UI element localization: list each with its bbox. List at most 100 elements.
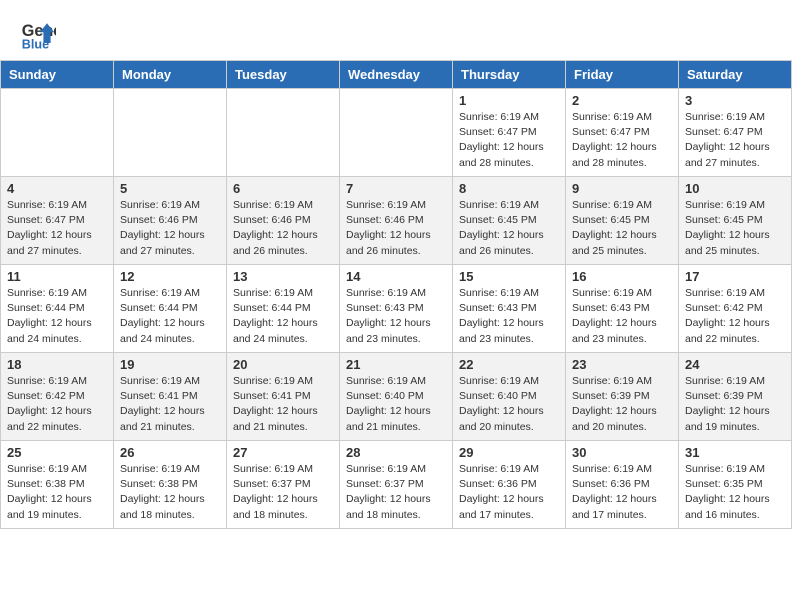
col-header-tuesday: Tuesday [227, 61, 340, 89]
day-info: Sunrise: 6:19 AM Sunset: 6:47 PM Dayligh… [459, 110, 559, 171]
calendar-cell: 18 Sunrise: 6:19 AM Sunset: 6:42 PM Dayli… [1, 353, 114, 441]
day-info: Sunrise: 6:19 AM Sunset: 6:39 PM Dayligh… [685, 374, 785, 435]
day-info: Sunrise: 6:19 AM Sunset: 6:39 PM Dayligh… [572, 374, 672, 435]
day-number: 1 [459, 93, 559, 108]
calendar-header-row: SundayMondayTuesdayWednesdayThursdayFrid… [1, 61, 792, 89]
day-number: 30 [572, 445, 672, 460]
day-number: 6 [233, 181, 333, 196]
calendar-cell: 13 Sunrise: 6:19 AM Sunset: 6:44 PM Dayli… [227, 265, 340, 353]
day-info: Sunrise: 6:19 AM Sunset: 6:44 PM Dayligh… [120, 286, 220, 347]
calendar-cell: 24 Sunrise: 6:19 AM Sunset: 6:39 PM Dayli… [679, 353, 792, 441]
day-number: 25 [7, 445, 107, 460]
col-header-monday: Monday [114, 61, 227, 89]
calendar-cell: 31Sunrise: 6:19 AM Sunset: 6:35 PM Dayli… [679, 441, 792, 529]
calendar-cell: 14 Sunrise: 6:19 AM Sunset: 6:43 PM Dayli… [340, 265, 453, 353]
day-info: Sunrise: 6:19 AM Sunset: 6:45 PM Dayligh… [685, 198, 785, 259]
calendar-cell: 3Sunrise: 6:19 AM Sunset: 6:47 PM Daylig… [679, 89, 792, 177]
day-info: Sunrise: 6:19 AM Sunset: 6:47 PM Dayligh… [572, 110, 672, 171]
calendar-cell: 12 Sunrise: 6:19 AM Sunset: 6:44 PM Dayli… [114, 265, 227, 353]
calendar-cell: 29 Sunrise: 6:19 AM Sunset: 6:36 PM Dayli… [453, 441, 566, 529]
calendar-cell: 2 Sunrise: 6:19 AM Sunset: 6:47 PM Daylig… [566, 89, 679, 177]
calendar-week-3: 11 Sunrise: 6:19 AM Sunset: 6:44 PM Dayli… [1, 265, 792, 353]
day-number: 18 [7, 357, 107, 372]
day-info: Sunrise: 6:19 AM Sunset: 6:36 PM Dayligh… [572, 462, 672, 523]
day-number: 28 [346, 445, 446, 460]
logo: General Blue [20, 16, 58, 52]
calendar-cell: 16Sunrise: 6:19 AM Sunset: 6:43 PM Dayli… [566, 265, 679, 353]
day-number: 23 [572, 357, 672, 372]
calendar-week-2: 4 Sunrise: 6:19 AM Sunset: 6:47 PM Daylig… [1, 177, 792, 265]
calendar-cell: 20 Sunrise: 6:19 AM Sunset: 6:41 PM Dayli… [227, 353, 340, 441]
calendar-cell: 15 Sunrise: 6:19 AM Sunset: 6:43 PM Dayli… [453, 265, 566, 353]
day-info: Sunrise: 6:19 AM Sunset: 6:43 PM Dayligh… [346, 286, 446, 347]
calendar-cell: 1 Sunrise: 6:19 AM Sunset: 6:47 PM Daylig… [453, 89, 566, 177]
day-info: Sunrise: 6:19 AM Sunset: 6:42 PM Dayligh… [7, 374, 107, 435]
calendar-cell: 8 Sunrise: 6:19 AM Sunset: 6:45 PM Daylig… [453, 177, 566, 265]
day-info: Sunrise: 6:19 AM Sunset: 6:46 PM Dayligh… [233, 198, 333, 259]
calendar-cell: 11 Sunrise: 6:19 AM Sunset: 6:44 PM Dayli… [1, 265, 114, 353]
day-info: Sunrise: 6:19 AM Sunset: 6:37 PM Dayligh… [346, 462, 446, 523]
col-header-thursday: Thursday [453, 61, 566, 89]
calendar-cell: 30 Sunrise: 6:19 AM Sunset: 6:36 PM Dayli… [566, 441, 679, 529]
day-number: 4 [7, 181, 107, 196]
calendar-cell: 7Sunrise: 6:19 AM Sunset: 6:46 PM Daylig… [340, 177, 453, 265]
day-info: Sunrise: 6:19 AM Sunset: 6:42 PM Dayligh… [685, 286, 785, 347]
calendar-cell: 5Sunrise: 6:19 AM Sunset: 6:46 PM Daylig… [114, 177, 227, 265]
day-info: Sunrise: 6:19 AM Sunset: 6:44 PM Dayligh… [233, 286, 333, 347]
calendar-cell: 22 Sunrise: 6:19 AM Sunset: 6:40 PM Dayli… [453, 353, 566, 441]
calendar-cell: 25 Sunrise: 6:19 AM Sunset: 6:38 PM Dayli… [1, 441, 114, 529]
day-info: Sunrise: 6:19 AM Sunset: 6:43 PM Dayligh… [459, 286, 559, 347]
day-number: 24 [685, 357, 785, 372]
calendar-cell: 17 Sunrise: 6:19 AM Sunset: 6:42 PM Dayli… [679, 265, 792, 353]
calendar-cell: 9 Sunrise: 6:19 AM Sunset: 6:45 PM Daylig… [566, 177, 679, 265]
day-number: 12 [120, 269, 220, 284]
col-header-sunday: Sunday [1, 61, 114, 89]
day-number: 21 [346, 357, 446, 372]
day-number: 10 [685, 181, 785, 196]
day-info: Sunrise: 6:19 AM Sunset: 6:36 PM Dayligh… [459, 462, 559, 523]
day-number: 13 [233, 269, 333, 284]
calendar-cell: 19 Sunrise: 6:19 AM Sunset: 6:41 PM Dayli… [114, 353, 227, 441]
day-number: 20 [233, 357, 333, 372]
calendar-week-4: 18 Sunrise: 6:19 AM Sunset: 6:42 PM Dayli… [1, 353, 792, 441]
calendar-week-1: 1 Sunrise: 6:19 AM Sunset: 6:47 PM Daylig… [1, 89, 792, 177]
day-info: Sunrise: 6:19 AM Sunset: 6:35 PM Dayligh… [685, 462, 785, 523]
day-info: Sunrise: 6:19 AM Sunset: 6:44 PM Dayligh… [7, 286, 107, 347]
col-header-saturday: Saturday [679, 61, 792, 89]
day-info: Sunrise: 6:19 AM Sunset: 6:46 PM Dayligh… [346, 198, 446, 259]
calendar-cell [114, 89, 227, 177]
day-info: Sunrise: 6:19 AM Sunset: 6:38 PM Dayligh… [7, 462, 107, 523]
day-number: 14 [346, 269, 446, 284]
day-info: Sunrise: 6:19 AM Sunset: 6:47 PM Dayligh… [685, 110, 785, 171]
day-info: Sunrise: 6:19 AM Sunset: 6:45 PM Dayligh… [572, 198, 672, 259]
day-number: 2 [572, 93, 672, 108]
day-info: Sunrise: 6:19 AM Sunset: 6:45 PM Dayligh… [459, 198, 559, 259]
day-info: Sunrise: 6:19 AM Sunset: 6:40 PM Dayligh… [459, 374, 559, 435]
day-number: 11 [7, 269, 107, 284]
calendar-cell: 26Sunrise: 6:19 AM Sunset: 6:38 PM Dayli… [114, 441, 227, 529]
col-header-wednesday: Wednesday [340, 61, 453, 89]
day-info: Sunrise: 6:19 AM Sunset: 6:47 PM Dayligh… [7, 198, 107, 259]
day-info: Sunrise: 6:19 AM Sunset: 6:37 PM Dayligh… [233, 462, 333, 523]
page-header: General Blue [0, 0, 792, 60]
day-info: Sunrise: 6:19 AM Sunset: 6:43 PM Dayligh… [572, 286, 672, 347]
day-number: 17 [685, 269, 785, 284]
calendar-week-5: 25 Sunrise: 6:19 AM Sunset: 6:38 PM Dayli… [1, 441, 792, 529]
calendar-cell: 23 Sunrise: 6:19 AM Sunset: 6:39 PM Dayli… [566, 353, 679, 441]
calendar-cell: 21 Sunrise: 6:19 AM Sunset: 6:40 PM Dayli… [340, 353, 453, 441]
calendar-cell [1, 89, 114, 177]
day-info: Sunrise: 6:19 AM Sunset: 6:38 PM Dayligh… [120, 462, 220, 523]
calendar-cell: 27 Sunrise: 6:19 AM Sunset: 6:37 PM Dayli… [227, 441, 340, 529]
day-info: Sunrise: 6:19 AM Sunset: 6:40 PM Dayligh… [346, 374, 446, 435]
day-number: 27 [233, 445, 333, 460]
calendar-cell: 10 Sunrise: 6:19 AM Sunset: 6:45 PM Dayli… [679, 177, 792, 265]
day-number: 19 [120, 357, 220, 372]
day-number: 9 [572, 181, 672, 196]
day-number: 22 [459, 357, 559, 372]
day-info: Sunrise: 6:19 AM Sunset: 6:41 PM Dayligh… [233, 374, 333, 435]
day-number: 8 [459, 181, 559, 196]
day-number: 15 [459, 269, 559, 284]
calendar-cell [340, 89, 453, 177]
day-number: 29 [459, 445, 559, 460]
day-info: Sunrise: 6:19 AM Sunset: 6:41 PM Dayligh… [120, 374, 220, 435]
